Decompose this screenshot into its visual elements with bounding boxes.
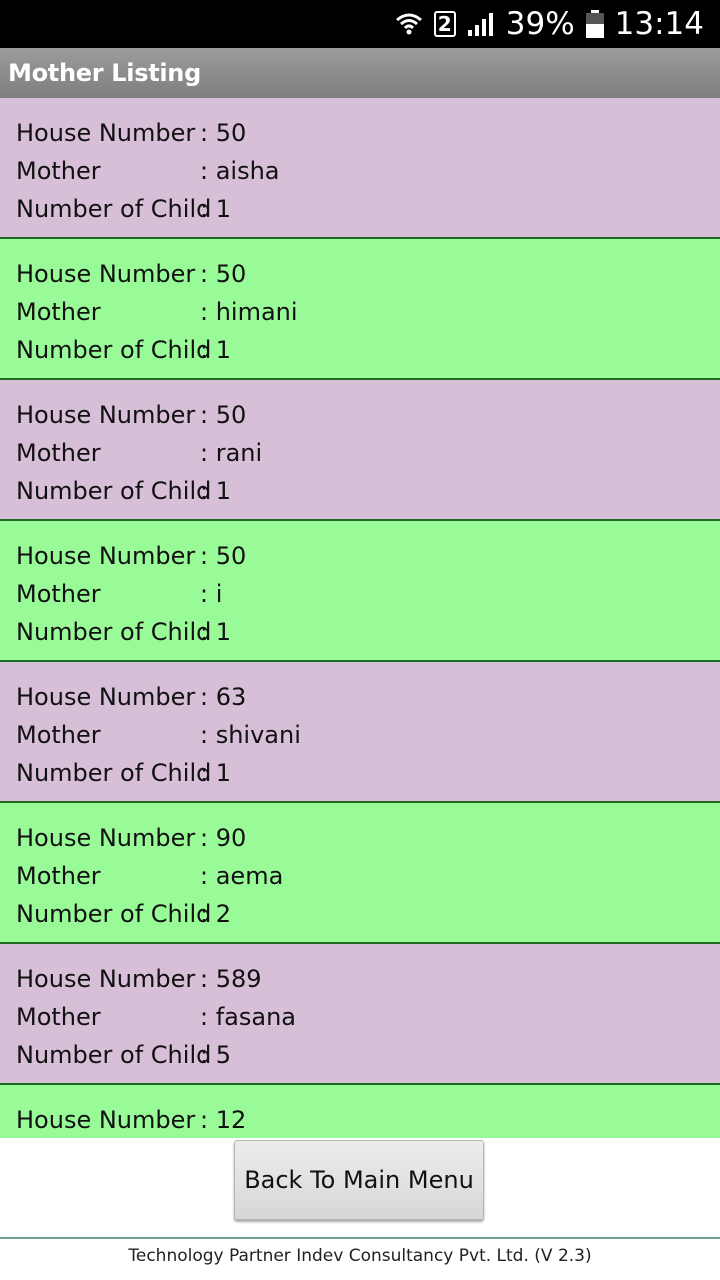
back-to-main-menu-button[interactable]: Back To Main Menu <box>234 1140 484 1220</box>
children-value: : 2 <box>200 900 231 928</box>
mother-list[interactable]: House Number: 50 Mother: aisha Number of… <box>0 98 720 1138</box>
children-label: Number of Child <box>16 900 212 928</box>
sim-2-icon: 2 <box>433 11 456 37</box>
children-label: Number of Child <box>16 336 212 364</box>
house-label: House Number <box>16 965 196 993</box>
mother-label: Mother <box>16 157 101 185</box>
mother-value: : i <box>200 580 223 608</box>
house-value: : 90 <box>200 824 247 852</box>
mother-value: : himani <box>200 298 298 326</box>
house-label: House Number <box>16 119 196 147</box>
app-bar: Mother Listing <box>0 48 720 98</box>
children-value: : 1 <box>200 477 231 505</box>
children-value: : 1 <box>200 195 231 223</box>
mother-label: Mother <box>16 721 101 749</box>
house-label: House Number <box>16 260 196 288</box>
mother-value: : fasana <box>200 1003 296 1031</box>
children-value: : 5 <box>200 1041 231 1069</box>
mother-label: Mother <box>16 580 101 608</box>
house-value: : 12 <box>200 1106 247 1134</box>
house-value: : 50 <box>200 401 247 429</box>
children-value: : 1 <box>200 336 231 364</box>
house-label: House Number <box>16 401 196 429</box>
house-label: House Number <box>16 1106 196 1134</box>
children-label: Number of Child <box>16 618 212 646</box>
mother-label: Mother <box>16 439 101 467</box>
list-item[interactable]: House Number: 50 Mother : i Number of Chi… <box>0 521 720 662</box>
mother-value: : rani <box>200 439 263 467</box>
list-item[interactable]: House Number: 12 <box>0 1085 720 1138</box>
children-label: Number of Child <box>16 759 212 787</box>
house-value: : 50 <box>200 542 247 570</box>
footer-credit: Technology Partner Indev Consultancy Pvt… <box>128 1246 592 1266</box>
house-value: : 63 <box>200 683 247 711</box>
house-label: House Number <box>16 683 196 711</box>
house-value: : 50 <box>200 119 247 147</box>
divider <box>0 1237 720 1239</box>
clock: 13:14 <box>614 6 704 42</box>
mother-value: : aisha <box>200 157 280 185</box>
house-value: : 589 <box>200 965 262 993</box>
children-value: : 1 <box>200 759 231 787</box>
status-bar: 2 39% 13:14 <box>0 0 720 48</box>
children-label: Number of Child <box>16 1041 212 1069</box>
house-label: House Number <box>16 542 196 570</box>
mother-value: : shivani <box>200 721 301 749</box>
children-label: Number of Child <box>16 195 212 223</box>
house-label: House Number <box>16 824 196 852</box>
mother-label: Mother <box>16 862 101 890</box>
children-value: : 1 <box>200 618 231 646</box>
list-item[interactable]: House Number: 589 Mother : fasana Number … <box>0 944 720 1085</box>
list-item[interactable]: House Number: 50 Mother : aisha Number of… <box>0 98 720 239</box>
mother-value: : aema <box>200 862 284 890</box>
signal-icon <box>466 10 496 38</box>
battery-icon <box>585 9 605 39</box>
battery-percent: 39% <box>505 6 575 42</box>
mother-label: Mother <box>16 298 101 326</box>
list-item[interactable]: House Number: 63 Mother : shivani Number … <box>0 662 720 803</box>
list-item[interactable]: House Number: 50 Mother : rani Number of … <box>0 380 720 521</box>
mother-label: Mother <box>16 1003 101 1031</box>
children-label: Number of Child <box>16 477 212 505</box>
list-item[interactable]: House Number: 50 Mother : himani Number o… <box>0 239 720 380</box>
house-value: : 50 <box>200 260 247 288</box>
page-title: Mother Listing <box>8 59 201 87</box>
list-item[interactable]: House Number: 90 Mother : aema Number of … <box>0 803 720 944</box>
wifi-icon <box>394 9 424 39</box>
